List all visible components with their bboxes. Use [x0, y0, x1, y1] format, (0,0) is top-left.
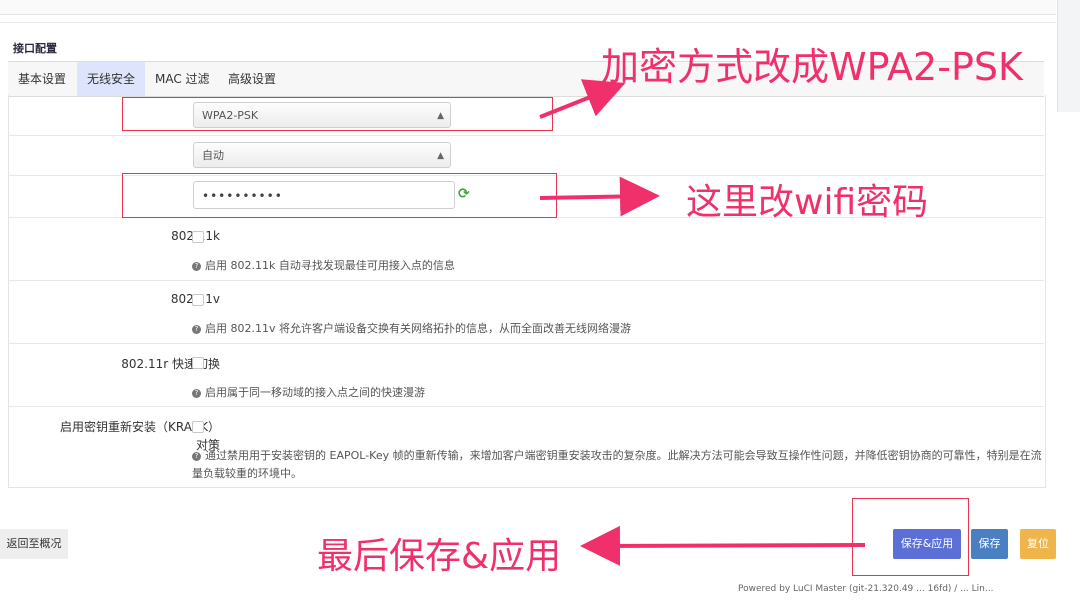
krack-checkbox[interactable] [192, 421, 204, 433]
r80211r-checkbox[interactable] [192, 357, 204, 369]
r80211r-label: 802.11r 快速切换 [121, 357, 220, 371]
cipher-select[interactable]: 自动 ▲ [193, 142, 451, 168]
top-strip [0, 0, 1056, 15]
back-to-overview-button[interactable]: 返回至概况 [0, 529, 68, 559]
section-title: 接口配置 [13, 42, 57, 55]
tab-advanced[interactable]: 高级设置 [218, 62, 286, 96]
cipher-value: 自动 [202, 149, 224, 162]
r80211v-checkbox[interactable] [192, 294, 204, 306]
row-cipher [8, 135, 1044, 176]
right-rail [1057, 0, 1080, 112]
tab-basic[interactable]: 基本设置 [8, 62, 76, 96]
help-icon: ? [192, 325, 201, 334]
r80211k-checkbox[interactable] [192, 231, 204, 243]
annotation-text-encryption: 加密方式改成WPA2-PSK [601, 45, 1023, 89]
r80211k-help: ? 启用 802.11k 自动寻找发现最佳可用接入点的信息 [192, 257, 1042, 275]
annotation-text-save: 最后保存&应用 [317, 536, 562, 577]
annotation-text-key: 这里改wifi密码 [686, 182, 929, 223]
tab-mac-filter[interactable]: MAC 过滤 [145, 62, 220, 96]
footer-text: Powered by LuCI Master (git-21.320.49 ..… [738, 584, 994, 594]
help-icon: ? [192, 452, 201, 461]
annotation-box-key [122, 173, 557, 218]
save-button[interactable]: 保存 [971, 529, 1008, 559]
annotation-box-save [852, 498, 969, 576]
help-icon: ? [192, 389, 201, 398]
help-icon: ? [192, 262, 201, 271]
annotation-box-encryption [122, 97, 553, 131]
r80211r-help: ? 启用属于同一移动域的接入点之间的快速漫游 [192, 384, 1042, 402]
select-arrows-icon: ▲ [437, 151, 444, 161]
krack-help: ? 通过禁用用于安装密钥的 EAPOL-Key 帧的重新传输，来增加客户端密钥重安… [192, 449, 1042, 480]
reset-button[interactable]: 复位 [1020, 529, 1056, 559]
arrow-save [580, 525, 866, 566]
tab-wireless-security[interactable]: 无线安全 [77, 62, 146, 96]
r80211v-help: ? 启用 802.11v 将允许客户端设备交换有关网络拓扑的信息，从而全面改善无线… [192, 320, 1042, 338]
